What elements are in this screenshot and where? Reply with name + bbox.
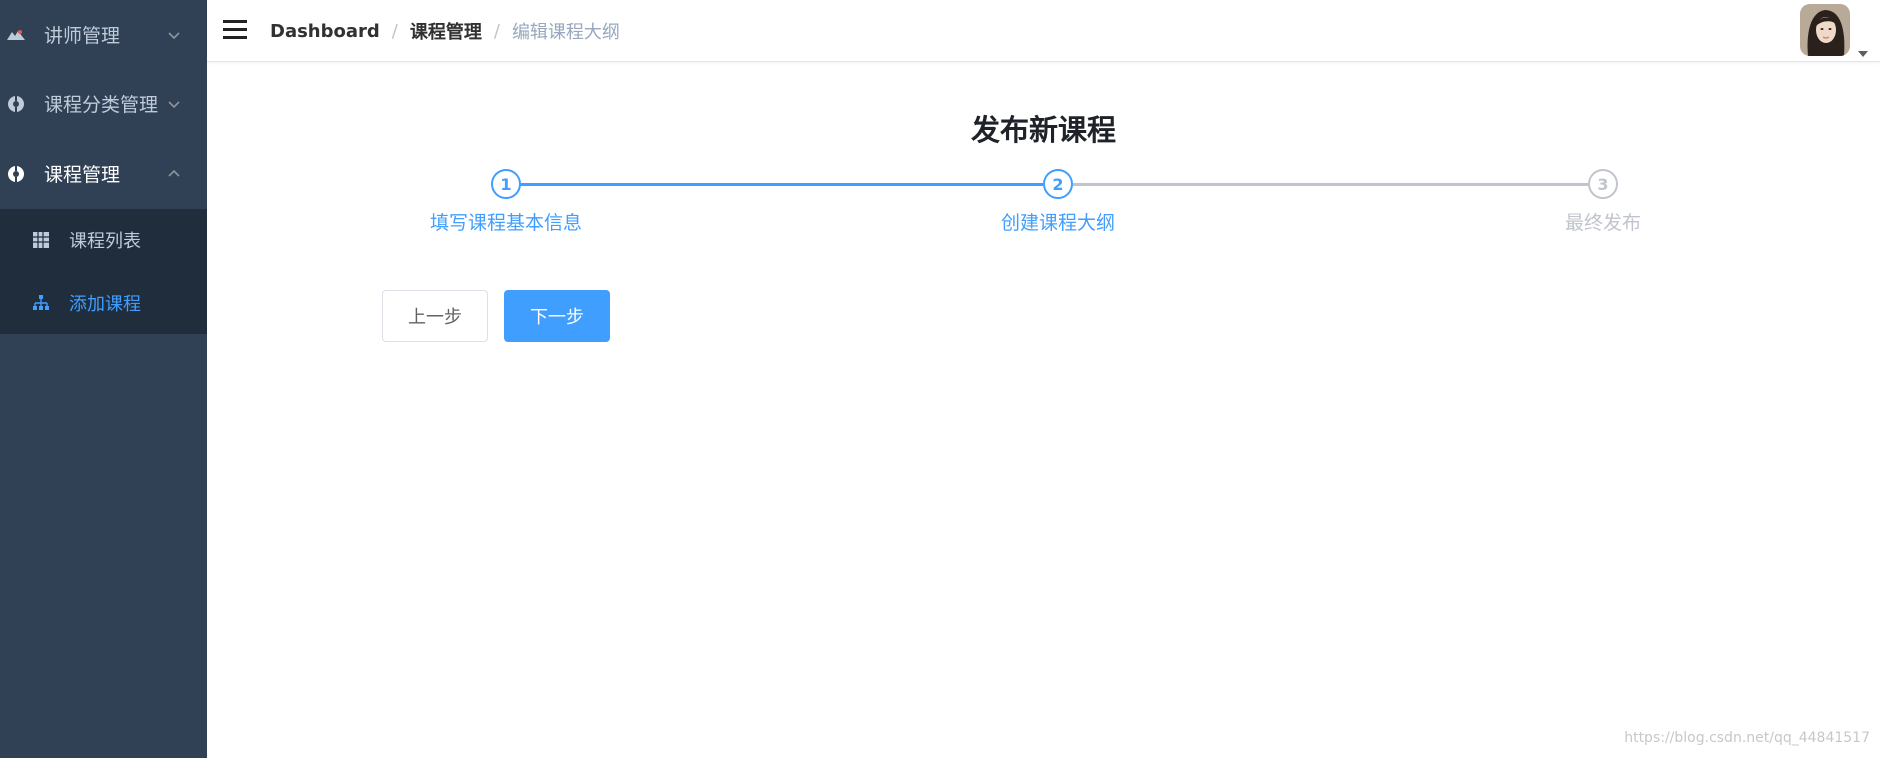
submenu-item-course-list[interactable]: 课程列表 — [0, 209, 207, 271]
step-1-circle: 1 — [491, 169, 521, 199]
breadcrumb-dashboard[interactable]: Dashboard — [270, 21, 380, 42]
watermark: https://blog.csdn.net/qq_44841517 — [1624, 730, 1870, 746]
menu-label: 讲师管理 — [44, 25, 121, 47]
breadcrumb: Dashboard / 课程管理 / 编辑课程大纲 — [270, 0, 620, 62]
step-connector-todo — [1073, 183, 1598, 186]
avatar-dropdown[interactable] — [1800, 4, 1870, 57]
course-submenu: 课程列表 添加课程 — [0, 209, 207, 334]
step-3-circle: 3 — [1588, 169, 1618, 199]
breadcrumb-separator: / — [493, 20, 500, 42]
breadcrumb-separator: / — [391, 20, 398, 42]
course-icon — [6, 164, 26, 184]
step-1-label: 填写课程基本信息 — [429, 212, 582, 234]
next-step-button[interactable]: 下一步 — [504, 290, 610, 342]
menu-label: 课程管理 — [44, 164, 121, 186]
menu-category-management[interactable]: 课程分类管理 — [0, 70, 207, 137]
breadcrumb-course-management[interactable]: 课程管理 — [410, 18, 482, 44]
menu-label: 课程分类管理 — [44, 94, 159, 116]
sidebar: 讲师管理 课程分类管理 课程管理 课程列表 添加课程 — [0, 0, 207, 758]
steps: 1 2 3 填写课程基本信息 创建课程大纲 最终发布 — [207, 62, 1880, 262]
menu-teacher-management[interactable]: 讲师管理 — [0, 1, 207, 68]
chevron-down-icon — [166, 27, 182, 43]
prev-step-button[interactable]: 上一步 — [382, 290, 488, 342]
submenu-label: 添加课程 — [69, 294, 141, 315]
chevron-up-icon — [166, 166, 182, 182]
tree-icon — [31, 293, 51, 313]
chevron-down-icon — [166, 96, 182, 112]
menu-course-management[interactable]: 课程管理 — [0, 140, 207, 207]
step-connector-done — [519, 183, 1043, 186]
breadcrumb-current: 编辑课程大纲 — [511, 22, 620, 43]
hamburger-menu-icon[interactable] — [221, 16, 249, 44]
main-content: 发布新课程 1 2 3 填写课程基本信息 创建课程大纲 最终发布 上一步 下一步 — [207, 62, 1880, 758]
table-icon — [31, 230, 51, 250]
submenu-item-add-course[interactable]: 添加课程 — [0, 272, 207, 334]
teacher-icon — [6, 25, 26, 45]
step-2-circle: 2 — [1043, 169, 1073, 199]
step-2-label: 创建课程大纲 — [1000, 212, 1115, 234]
caret-down-icon[interactable] — [1858, 42, 1868, 61]
step-3-label: 最终发布 — [1564, 212, 1641, 234]
avatar[interactable] — [1800, 4, 1850, 56]
category-icon — [6, 94, 26, 114]
navbar: Dashboard / 课程管理 / 编辑课程大纲 — [207, 0, 1880, 62]
submenu-label: 课程列表 — [69, 231, 141, 252]
